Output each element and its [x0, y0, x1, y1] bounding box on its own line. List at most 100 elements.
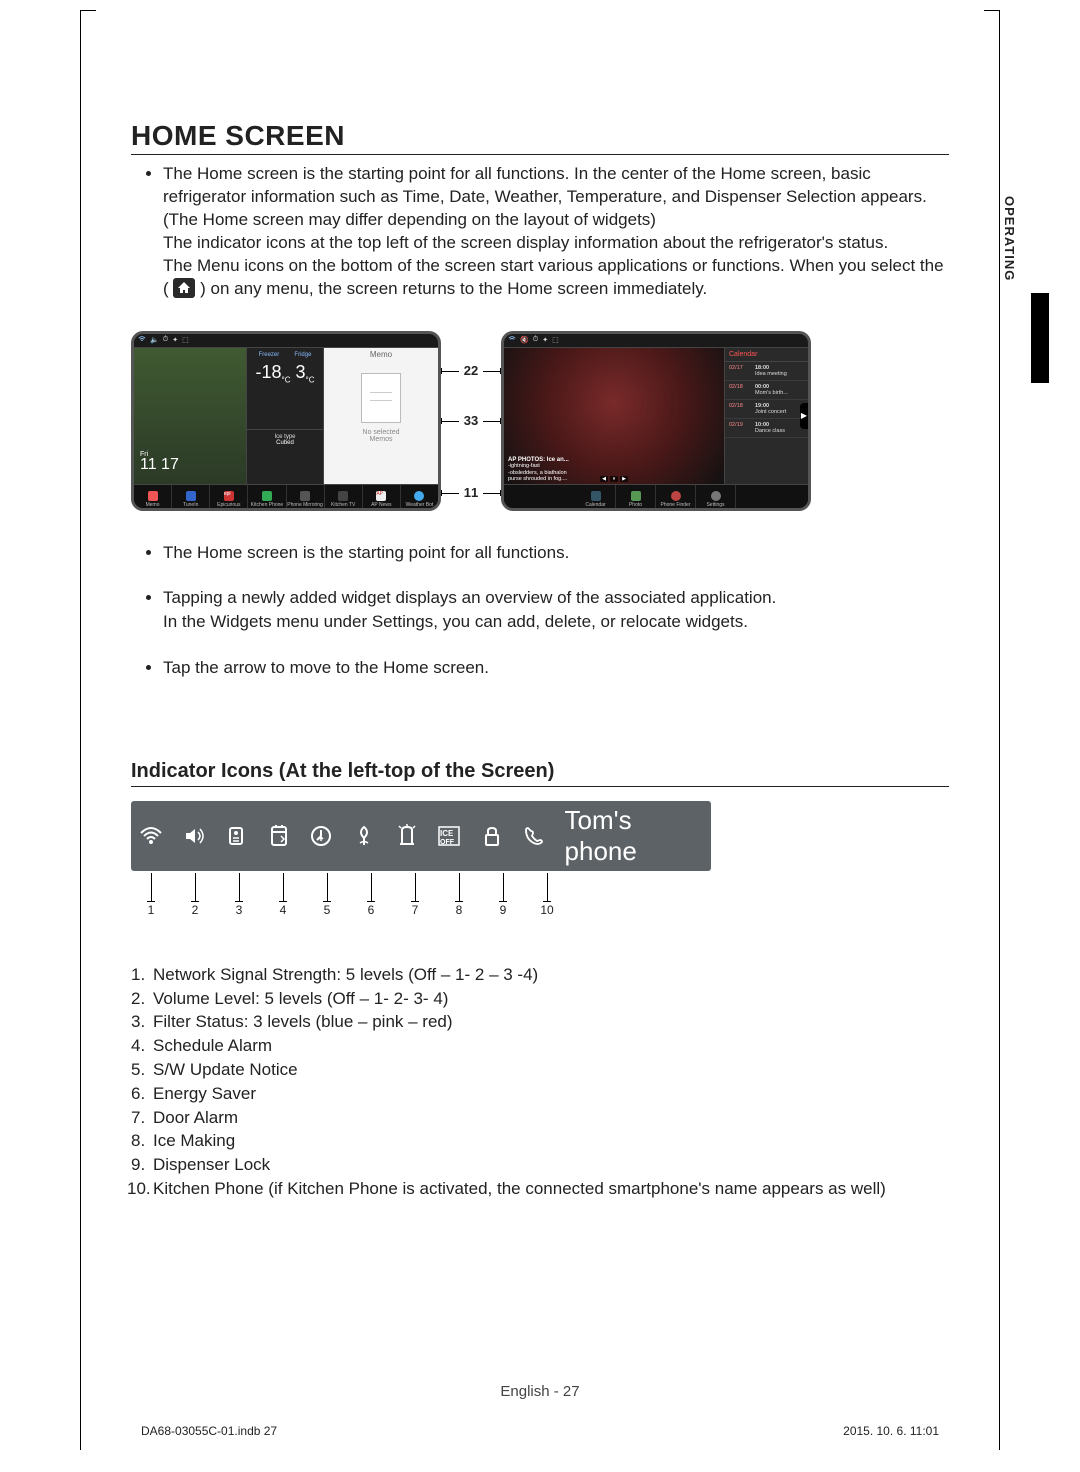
intro-bullet: The Home screen is the starting point fo…	[163, 163, 949, 232]
clock-widget: Fri 11 17	[140, 451, 179, 474]
schedule-icon: ⏱	[533, 336, 538, 344]
menu-kitchen-tv[interactable]: Kitchen TV	[325, 485, 363, 511]
memo-empty-1: No selected	[324, 429, 438, 436]
door-icon: ⬚	[182, 336, 189, 344]
memo-widget[interactable]: Memo No selected Memos	[324, 348, 438, 484]
indicator-icon-legend: Network Signal Strength: 5 levels (Off –…	[131, 963, 949, 1201]
status-bar: 🔈 ⏱ ✦ ⬚	[134, 334, 438, 348]
schedule-icon	[267, 824, 292, 848]
wifi-icon	[139, 824, 164, 848]
fridge-temp: 3	[296, 362, 306, 382]
intro-continuation: The indicator icons at the top left of t…	[131, 232, 949, 301]
legend-item: Ice Making	[153, 1129, 949, 1153]
home-screen-2: 🔇 ⏱ ✦ ⬚ ◀ ▶ AP PHOTOS: Ice an... -ightni…	[501, 331, 811, 511]
intro-line-2: The indicator icons at the top left of t…	[163, 232, 949, 255]
screenshots-row: 🔈 ⏱ ✦ ⬚ ◀ ▶ Fri 11 17	[131, 331, 949, 511]
calendar-row: 02/1910:00Dance class	[725, 419, 808, 438]
nav-right-arrow[interactable]: ▶	[800, 403, 808, 429]
memo-title: Memo	[324, 350, 438, 359]
legend-item: Schedule Alarm	[153, 1034, 949, 1058]
svg-text:ICE: ICE	[440, 829, 454, 838]
intro-list: The Home screen is the starting point fo…	[131, 163, 949, 232]
menu-memo[interactable]: Memo	[134, 485, 172, 511]
feature-bullets: The Home screen is the starting point fo…	[131, 541, 949, 680]
door-icon: ⬚	[552, 336, 559, 344]
callout-1: 1	[441, 493, 459, 494]
page-footer-left: DA68-03055C-01.indb 27	[141, 1424, 277, 1438]
energy-icon: ✦	[542, 336, 548, 344]
legend-item: Volume Level: 5 levels (Off – 1- 2- 3- 4…	[153, 987, 949, 1011]
menu-settings[interactable]: Settings	[696, 485, 736, 511]
menu-ap-news[interactable]: APAP News	[363, 485, 401, 511]
menu-calendar[interactable]: Calendar	[576, 485, 616, 511]
energy-icon: ✦	[172, 336, 178, 344]
calendar-title: Calendar	[725, 348, 808, 362]
intro-line-3: The Menu icons on the bottom of the scre…	[163, 255, 949, 301]
kitchen-phone-icon	[522, 824, 547, 848]
lock-icon	[479, 824, 504, 848]
schedule-icon: ⏱	[163, 336, 168, 344]
photo-title: AP PHOTOS: Ice an...	[508, 457, 720, 464]
indicator-heading: Indicator Icons (At the left-top of the …	[131, 760, 949, 787]
callout-2b: 2	[483, 371, 501, 372]
home-screen-figure-2: 2 3 1 🔇 ⏱ ✦ ⬚ ◀ ▶ AP	[501, 331, 811, 511]
menu-phone-finder[interactable]: Phone Finder	[656, 485, 696, 511]
menu-kitchen-phone[interactable]: Kitchen Phone	[248, 485, 286, 511]
menu-weather[interactable]: Weather Bot	[401, 485, 438, 511]
filter-icon	[224, 824, 249, 848]
manual-page: OPERATING HOME SCREEN The Home screen is…	[80, 10, 1000, 1450]
menu-epicurious[interactable]: epiEpicurious	[210, 485, 248, 511]
menu-photo[interactable]: Photo	[616, 485, 656, 511]
ice-making-icon: ICEOFF	[437, 824, 462, 848]
ice-type-value: Cubed	[251, 440, 319, 446]
news-photo-widget[interactable]: AP PHOTOS: Ice an... -ightning-fast -obs…	[504, 348, 724, 484]
mute-icon: 🔇	[520, 336, 529, 344]
bottom-menu-2: Calendar Photo Phone Finder Settings	[504, 484, 808, 511]
menu-phone-mirror[interactable]: Phone Mirroring	[287, 485, 325, 511]
page-footer-center: English - 27	[81, 1383, 999, 1400]
side-tab-label: OPERATING	[999, 190, 1020, 287]
indicator-icon-bar: ICEOFF Tom's phone	[131, 801, 711, 871]
feature-bullet: The Home screen is the starting point fo…	[163, 541, 949, 565]
fridge-label: Fridge	[294, 352, 311, 358]
door-alarm-icon	[394, 824, 419, 848]
home-screen-1: 🔈 ⏱ ✦ ⬚ ◀ ▶ Fri 11 17	[131, 331, 441, 511]
connected-phone-label: Tom's phone	[565, 805, 703, 867]
memo-empty-2: Memos	[324, 436, 438, 443]
calendar-row: 02/1819:00Joint concert	[725, 400, 808, 419]
legend-item: Energy Saver	[153, 1082, 949, 1106]
callout-3: 3	[441, 421, 459, 422]
indicator-number-row: 1 2 3 4 5 6 7 8 9 10	[131, 873, 711, 923]
home-screen-figure-1: 🔈 ⏱ ✦ ⬚ ◀ ▶ Fri 11 17	[131, 331, 441, 511]
feature-bullet: Tap the arrow to move to the Home screen…	[163, 656, 949, 680]
home-icon	[173, 278, 195, 298]
freezer-label: Freezer	[259, 352, 280, 358]
page-title: HOME SCREEN	[131, 120, 949, 155]
legend-item: Kitchen Phone (if Kitchen Phone is activ…	[153, 1177, 949, 1201]
side-tab-marker	[1031, 293, 1049, 383]
volume-icon: 🔈	[150, 336, 159, 344]
calendar-widget[interactable]: Calendar 02/1718:00Idea meeting 02/1800:…	[724, 348, 808, 484]
memo-paper-icon	[361, 373, 401, 423]
legend-item: Dispenser Lock	[153, 1153, 949, 1177]
wifi-icon	[508, 335, 516, 345]
temperature-widget[interactable]: Freezer Fridge -18°C 3°C Ice type Cubed	[246, 348, 324, 484]
freezer-temp: -18	[255, 362, 281, 382]
legend-item: S/W Update Notice	[153, 1058, 949, 1082]
callout-2: 2	[441, 371, 459, 372]
update-icon	[309, 824, 334, 848]
wifi-icon	[138, 335, 146, 345]
callout-3b: 3	[483, 421, 501, 422]
page-footer-right: 2015. 10. 6. 11:01	[843, 1424, 939, 1438]
energy-saver-icon	[352, 824, 377, 848]
menu-tunein[interactable]: TuneIn	[172, 485, 210, 511]
weather-photo-widget[interactable]: Fri 11 17	[134, 348, 246, 484]
bottom-menu: Memo TuneIn epiEpicurious Kitchen Phone …	[134, 484, 438, 511]
side-tab: OPERATING	[999, 190, 1049, 383]
status-bar-2: 🔇 ⏱ ✦ ⬚	[504, 334, 808, 348]
callout-1b: 1	[483, 493, 501, 494]
legend-item: Door Alarm	[153, 1106, 949, 1130]
feature-bullet: Tapping a newly added widget displays an…	[163, 586, 949, 634]
photo-playback-controls[interactable]: ◀⏸▶	[600, 476, 628, 482]
legend-item: Network Signal Strength: 5 levels (Off –…	[153, 963, 949, 987]
